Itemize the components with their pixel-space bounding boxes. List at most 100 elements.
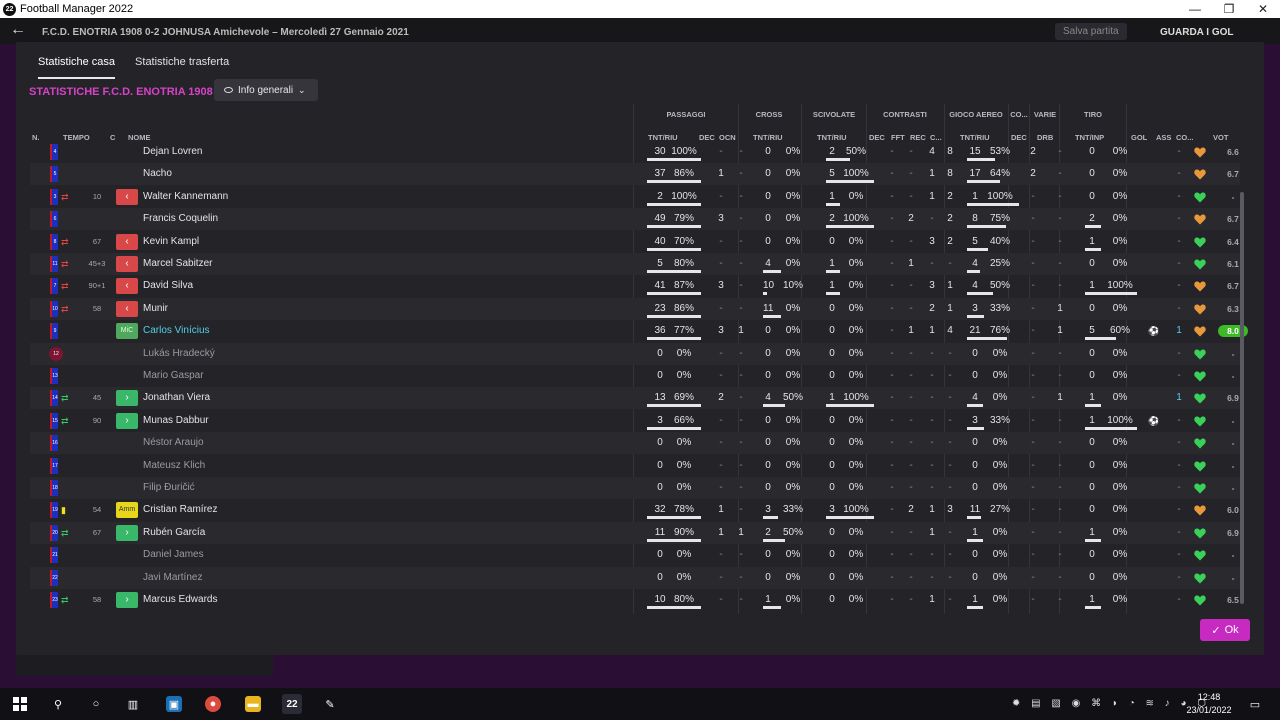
- contrast-fouls: -: [909, 370, 913, 381]
- player-name[interactable]: Rubén García: [143, 522, 205, 544]
- condition-heart-icon: [1194, 438, 1206, 449]
- aerial-ratio: 100%: [987, 190, 1013, 202]
- file-explorer-icon[interactable]: ▬: [245, 696, 261, 712]
- player-row[interactable]: 7 ⇄ 90+1 ‹ David Silva 41 87% 3-10 10% 1 0% - -3 1 4 50…: [30, 275, 1240, 297]
- pass-chances: -: [739, 392, 743, 404]
- tackle-attempts: 0: [829, 414, 835, 426]
- player-name[interactable]: Munir: [143, 298, 168, 320]
- cross-attempts: 2: [765, 526, 771, 538]
- condition-heart-icon: [1194, 483, 1206, 494]
- player-row[interactable]: 20 ⇄ 67 › Rubén García 11 90% 1 1 2 50% 0 0% - -1-1 0% -…: [30, 521, 1240, 544]
- dribbles: -: [1058, 235, 1062, 247]
- man-of-match-badge: MiC: [116, 323, 138, 340]
- player-name[interactable]: Marcel Sabitzer: [143, 253, 212, 275]
- app-icon[interactable]: ▣: [166, 696, 182, 712]
- tackle-attempts: 2: [829, 213, 835, 225]
- shot-attempts: 0: [1089, 347, 1095, 359]
- system-tray-icons[interactable]: ✹ ▤ ▧ ◉ ⌘ ◗ ◔ ≋ ♪ ◕ ⬡: [1012, 698, 1210, 709]
- player-row[interactable]: 6 Francis Coquelin 49 79% 3 - 0 0% 2 100% - 2 - 2 8 75%…: [30, 208, 1240, 231]
- group-header-gioco-aereo: GIOCO AEREO: [949, 110, 1003, 119]
- cortana-icon[interactable]: ○: [88, 696, 104, 712]
- player-row[interactable]: 17 Mateusz Klich 0 0% - -0 0% 0 0% - - - -0 0% - -0 0% - -: [30, 455, 1240, 477]
- task-view-icon[interactable]: ▥: [125, 696, 141, 712]
- player-name[interactable]: Javi Martínez: [143, 567, 202, 589]
- player-row[interactable]: 4 Dejan Lovren 30 100% - - 0 0% 2 50% - - 4 8 15 53% 2 - 0…: [30, 141, 1240, 163]
- player-name[interactable]: Walter Kannemann: [143, 186, 228, 208]
- contrast-c: 2: [947, 235, 953, 247]
- notification-icon[interactable]: ▭: [1247, 696, 1263, 712]
- player-name[interactable]: Lukás Hradecký: [143, 343, 215, 365]
- player-name[interactable]: Filip Đuričić: [143, 477, 195, 499]
- chrome-icon[interactable]: ●: [205, 696, 221, 712]
- player-row[interactable]: 19 ▮ 54 Amm Cristian Ramírez 32 78% 1-3 33% 3 100%…: [30, 499, 1240, 521]
- player-row[interactable]: 21 Daniel James 0 0% - -0 0% 0 0% - - - -0 0% - -0 0% - -: [30, 544, 1240, 566]
- player-name[interactable]: Jonathan Viera: [143, 387, 210, 409]
- contrast-dec: -: [890, 146, 894, 157]
- player-name[interactable]: Munas Dabbur: [143, 410, 209, 432]
- football-manager-icon[interactable]: 22: [282, 694, 302, 714]
- player-row[interactable]: 8 ⇄ 67 ‹ Kevin Kampl 40 70% - - 0 0% 0 0% - - 3 2 5 40% - - 1…: [30, 231, 1240, 253]
- player-row[interactable]: 14 ⇄ 45 › Jonathan Viera 13 69% 2-4 50% 1 100% - - - -…: [30, 387, 1240, 410]
- contrast-c: -: [948, 258, 952, 269]
- player-name[interactable]: Dejan Lovren: [143, 141, 202, 163]
- player-row[interactable]: 13 Mario Gaspar 0 0% - -0 0% 0 0% - - - -0 0% - -0 0% - -: [30, 365, 1240, 387]
- info-dropdown[interactable]: Info generali ⌄: [214, 79, 318, 101]
- player-name[interactable]: Francis Coquelin: [143, 208, 218, 230]
- co-dec: -: [1031, 190, 1035, 202]
- player-name[interactable]: Mateusz Klich: [143, 455, 205, 477]
- shirt-number-icon: 6: [50, 211, 58, 228]
- tab-home-stats[interactable]: Statistiche casa: [38, 54, 116, 79]
- tab-away-stats[interactable]: Statistiche trasferta: [135, 54, 229, 79]
- app-logo-icon: 22: [3, 2, 16, 16]
- tackle-ratio: 0%: [848, 549, 864, 561]
- windows-start-icon[interactable]: [12, 696, 28, 712]
- paint-icon[interactable]: ✎: [322, 696, 338, 712]
- cross-ratio: 33%: [782, 504, 803, 516]
- player-row[interactable]: 11 ⇄ 45+3 ‹ Marcel Sabitzer 5 80% - - 4 0% 1 0% - 1 - - 4…: [30, 253, 1240, 275]
- player-name[interactable]: David Silva: [143, 275, 193, 297]
- ok-button[interactable]: ✓ Ok: [1200, 619, 1250, 641]
- player-name[interactable]: Cristian Ramírez: [143, 499, 217, 521]
- player-name[interactable]: Kevin Kampl: [143, 231, 199, 253]
- aerial-attempts: 1: [972, 594, 978, 605]
- player-name[interactable]: Daniel James: [143, 544, 204, 566]
- contrast-c: -: [948, 437, 952, 449]
- clock[interactable]: 12:48 23/01/2022: [1184, 691, 1234, 717]
- close-button[interactable]: ✕: [1246, 0, 1280, 18]
- player-row[interactable]: 10 ⇄ 58 ‹ Munir 23 86% - -11 0% 0 0% - -2 1 3 33% -1 0 0% -6…: [30, 297, 1240, 320]
- save-match-button[interactable]: Salva partita: [1055, 23, 1127, 40]
- aerial-ratio: 27%: [989, 504, 1010, 516]
- search-icon[interactable]: ⚲: [50, 696, 66, 712]
- player-name[interactable]: Mario Gaspar: [143, 365, 204, 387]
- background-panel: [16, 655, 273, 676]
- scrollbar[interactable]: [1240, 192, 1244, 604]
- player-row[interactable]: 18 Filip Đuričić 0 0% - -0 0% 0 0% - - - -0 0% - -0 0% - -: [30, 477, 1240, 499]
- condition-heart-icon: [1194, 147, 1206, 158]
- player-name[interactable]: Nacho: [143, 163, 172, 185]
- player-row[interactable]: 16 Néstor Araujo 0 0% - -0 0% 0 0% - - - -0 0% - -0 0% - -: [30, 432, 1240, 455]
- minimize-button[interactable]: —: [1178, 0, 1212, 18]
- player-row[interactable]: 9 MiC Carlos Vinícius 36 77% 3 1 0 0% 0 0% -1 1 4 21 76…: [30, 320, 1248, 342]
- player-row[interactable]: 5 Nacho 37 86% 1-0 0% 5 100% - -1 8 17 64% 2-0 0% -6.7: [30, 163, 1240, 186]
- player-name[interactable]: Carlos Vinícius: [143, 320, 210, 342]
- assists: 1: [1176, 325, 1182, 337]
- player-name[interactable]: Marcus Edwards: [143, 589, 217, 611]
- player-row[interactable]: 12 Lukás Hradecký 0 0% - - 0 0% 0 0% - - - - 0 0% - - 0 0% -…: [30, 342, 1240, 365]
- event-minute: 58: [92, 595, 102, 604]
- player-row[interactable]: 3 ⇄ 10 ‹ Walter Kannemann 2 100% - -0 0% 1 0% - -1 2 1 1…: [30, 186, 1240, 208]
- sub-in-icon: ⇄: [61, 415, 69, 426]
- contrast-dec: -: [890, 482, 894, 493]
- contrast-c: -: [948, 347, 952, 359]
- watch-goals-button[interactable]: GUARDA I GOL: [1160, 27, 1234, 38]
- pass-key: -: [719, 146, 723, 157]
- player-name[interactable]: Néstor Araujo: [143, 432, 204, 454]
- shot-ratio: 0%: [1112, 594, 1128, 605]
- maximize-button[interactable]: ❐: [1212, 0, 1246, 18]
- player-row[interactable]: 22 Javi Martínez 0 0% - -0 0% 0 0% - - - -0 0% - -0 0% - -: [30, 566, 1240, 589]
- contrast-recoveries: 1: [929, 168, 935, 180]
- player-row[interactable]: 23 ⇄ 58 › Marcus Edwards 10 80% - - 1 0% 0 0% - - 1 - 1 0%…: [30, 589, 1240, 611]
- player-row[interactable]: 15 ⇄ 90 › Munas Dabbur 3 66% - - 0 0% 0 0% - - - - 3 33% - -…: [30, 410, 1240, 432]
- back-arrow-icon[interactable]: ←: [10, 21, 26, 39]
- pass-attempts: 0: [657, 347, 663, 359]
- pass-ratio: 100%: [671, 190, 697, 202]
